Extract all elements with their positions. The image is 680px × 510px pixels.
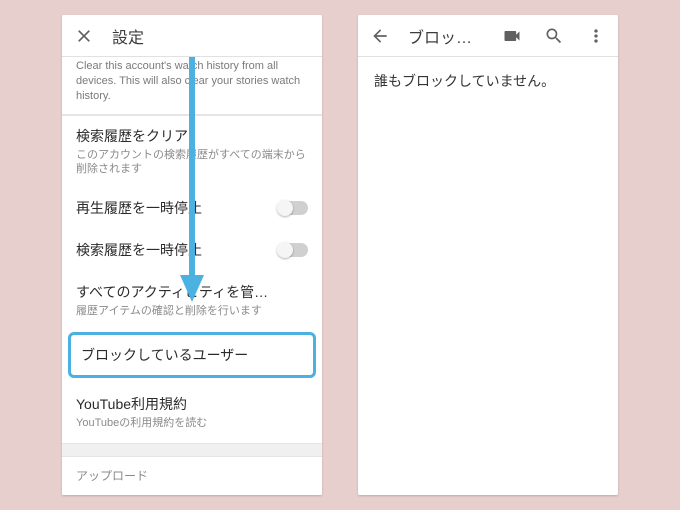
blocked-appbar: ブロックしているユー… — [358, 15, 618, 57]
row-clear-search-history[interactable]: 検索履歴をクリア このアカウントの検索履歴がすべての端末から削除されます — [62, 116, 322, 189]
row-youtube-tos[interactable]: YouTube利用規約 YouTubeの利用規約を読む — [62, 384, 322, 442]
toggle-pause-watch[interactable] — [278, 201, 308, 215]
settings-list[interactable]: Clear this account's watch history from … — [62, 57, 322, 495]
row-blocked-users[interactable]: ブロックしているユーザー — [68, 332, 316, 378]
toggle-pause-search[interactable] — [278, 243, 308, 257]
row-pause-watch-history[interactable]: 再生履歴を一時停止 — [62, 188, 322, 230]
row-label: 検索履歴をクリア — [76, 126, 308, 146]
row-desc: このアカウントの検索履歴がすべての端末から削除されます — [76, 148, 308, 177]
settings-appbar: 設定 — [62, 15, 322, 57]
row-desc: 履歴アイテムの確認と削除を行います — [76, 304, 308, 318]
row-label: ブロックしているユーザー — [81, 345, 303, 365]
blocked-empty-state: 誰もブロックしていません。 — [358, 57, 618, 495]
row-label: 検索履歴を一時停止 — [76, 240, 270, 260]
section-upload-header: アップロード — [62, 457, 322, 490]
blocked-title: ブロックしているユー… — [408, 24, 484, 48]
search-icon[interactable] — [540, 22, 568, 50]
settings-screen: 設定 Clear this account's watch history fr… — [62, 15, 322, 495]
blocked-empty-text: 誰もブロックしていません。 — [374, 73, 555, 89]
row-pause-search-history[interactable]: 検索履歴を一時停止 — [62, 230, 322, 272]
watch-history-desc: Clear this account's watch history from … — [62, 57, 322, 115]
blocked-users-screen: ブロックしているユー… 誰もブロックしていません。 — [358, 15, 618, 495]
settings-title: 設定 — [112, 24, 314, 48]
row-label: 再生履歴を一時停止 — [76, 198, 270, 218]
row-label: すべてのアクティビティを管… — [76, 282, 308, 302]
close-icon[interactable] — [70, 22, 98, 50]
back-icon[interactable] — [366, 22, 394, 50]
row-desc: YouTubeの利用規約を読む — [76, 416, 308, 430]
video-icon[interactable] — [498, 22, 526, 50]
row-upload-quality[interactable]: アップロードの品質 1080p — [62, 490, 322, 495]
row-label: YouTube利用規約 — [76, 394, 308, 414]
more-icon[interactable] — [582, 22, 610, 50]
row-manage-activity[interactable]: すべてのアクティビティを管… 履歴アイテムの確認と削除を行います — [62, 272, 322, 330]
